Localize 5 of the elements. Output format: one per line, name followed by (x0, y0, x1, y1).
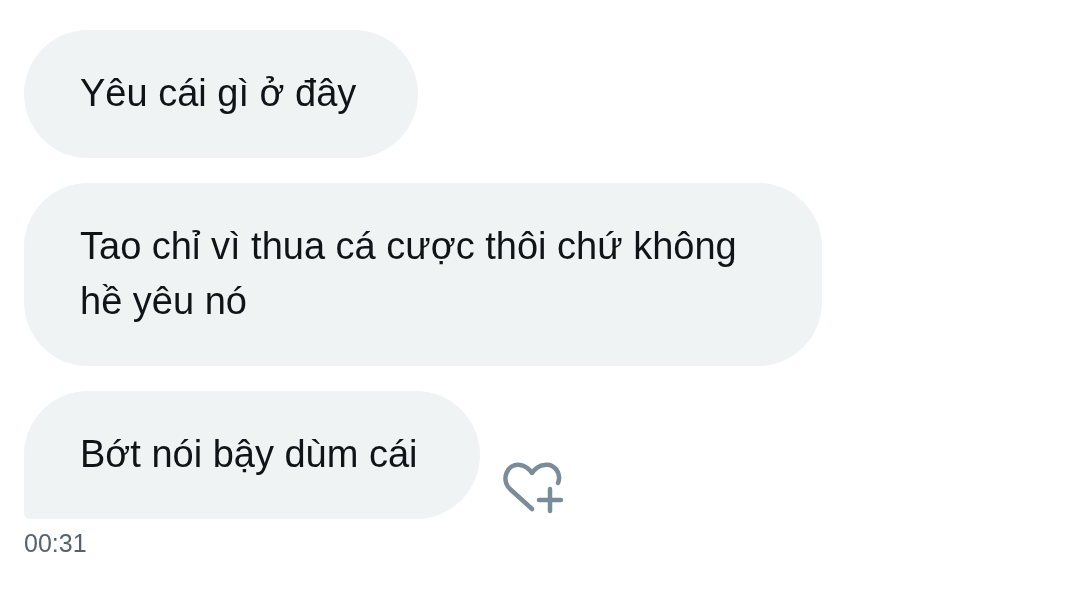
heart-plus-icon[interactable] (501, 459, 566, 515)
message-bubble: Tao chỉ vì thua cá cược thôi chứ không hề yêu nó (24, 183, 822, 366)
message-bubble: Bớt nói bậy dùm cái (24, 391, 480, 519)
message-time: 00:31 (24, 529, 87, 558)
message-bubble: Yêu cái gì ở đây (24, 30, 419, 158)
